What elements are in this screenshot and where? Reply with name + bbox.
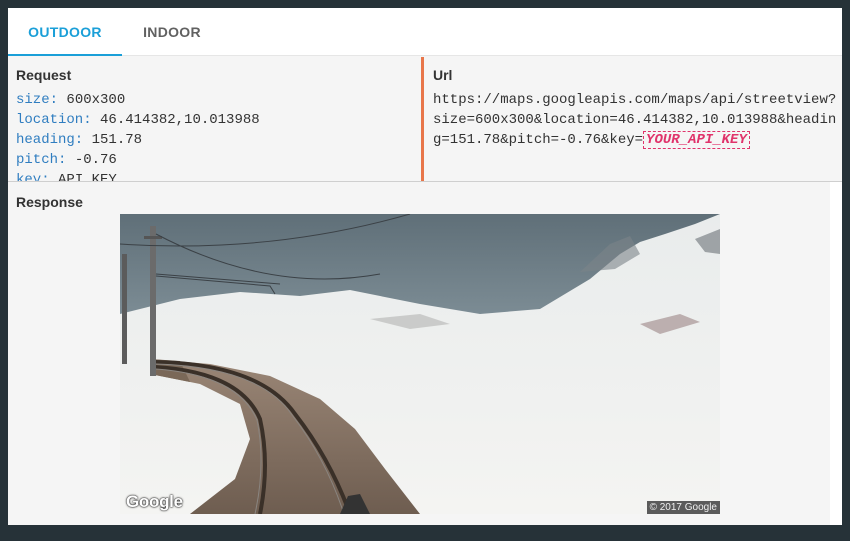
response-title: Response: [16, 194, 83, 210]
tab-bar: OUTDOOR INDOOR: [8, 8, 842, 56]
request-title: Request: [16, 67, 72, 83]
url-prefix: https://maps.googleapis.com/maps/api/str…: [433, 92, 837, 148]
param-key: pitch:: [16, 152, 67, 168]
panel-resize-handle[interactable]: [412, 57, 426, 181]
param-key: key: API_KEY: [16, 170, 260, 181]
response-panel: Response Google © 2017 Google: [8, 182, 830, 525]
tab-outdoor[interactable]: OUTDOOR: [8, 8, 122, 56]
param-key: key:: [16, 172, 50, 181]
resize-bar[interactable]: [421, 57, 424, 181]
google-logo: Google: [126, 492, 183, 511]
streetview-demo-panel: OUTDOOR INDOOR Request size: 600x300 loc…: [8, 8, 842, 525]
param-location: location: 46.414382,10.013988: [16, 110, 260, 130]
streetview-scene: [120, 214, 720, 514]
param-value: -0.76: [74, 152, 117, 168]
url-title: Url: [433, 67, 453, 83]
param-key: heading:: [16, 132, 84, 148]
url-panel: Url https://maps.googleapis.com/maps/api…: [426, 57, 842, 181]
param-size: size: 600x300: [16, 90, 260, 110]
api-key-placeholder[interactable]: YOUR_API_KEY: [643, 131, 750, 149]
param-value: 151.78: [91, 132, 143, 148]
request-url: https://maps.googleapis.com/maps/api/str…: [433, 90, 837, 150]
streetview-image: Google © 2017 Google: [120, 214, 720, 514]
request-panel: Request size: 600x300 location: 46.41438…: [8, 57, 412, 181]
tab-indoor[interactable]: INDOOR: [122, 8, 222, 56]
param-heading: heading: 151.78: [16, 130, 260, 150]
param-value: 600x300: [66, 92, 126, 108]
param-key: location:: [16, 112, 92, 128]
request-params: size: 600x300 location: 46.414382,10.013…: [16, 90, 260, 181]
scrollbar[interactable]: [830, 182, 842, 525]
copyright-label: © 2017 Google: [646, 501, 720, 514]
param-pitch: pitch: -0.76: [16, 150, 260, 170]
param-value: API_KEY: [58, 172, 117, 181]
param-key: size:: [16, 92, 59, 108]
param-value: 46.414382,10.013988: [100, 112, 260, 128]
